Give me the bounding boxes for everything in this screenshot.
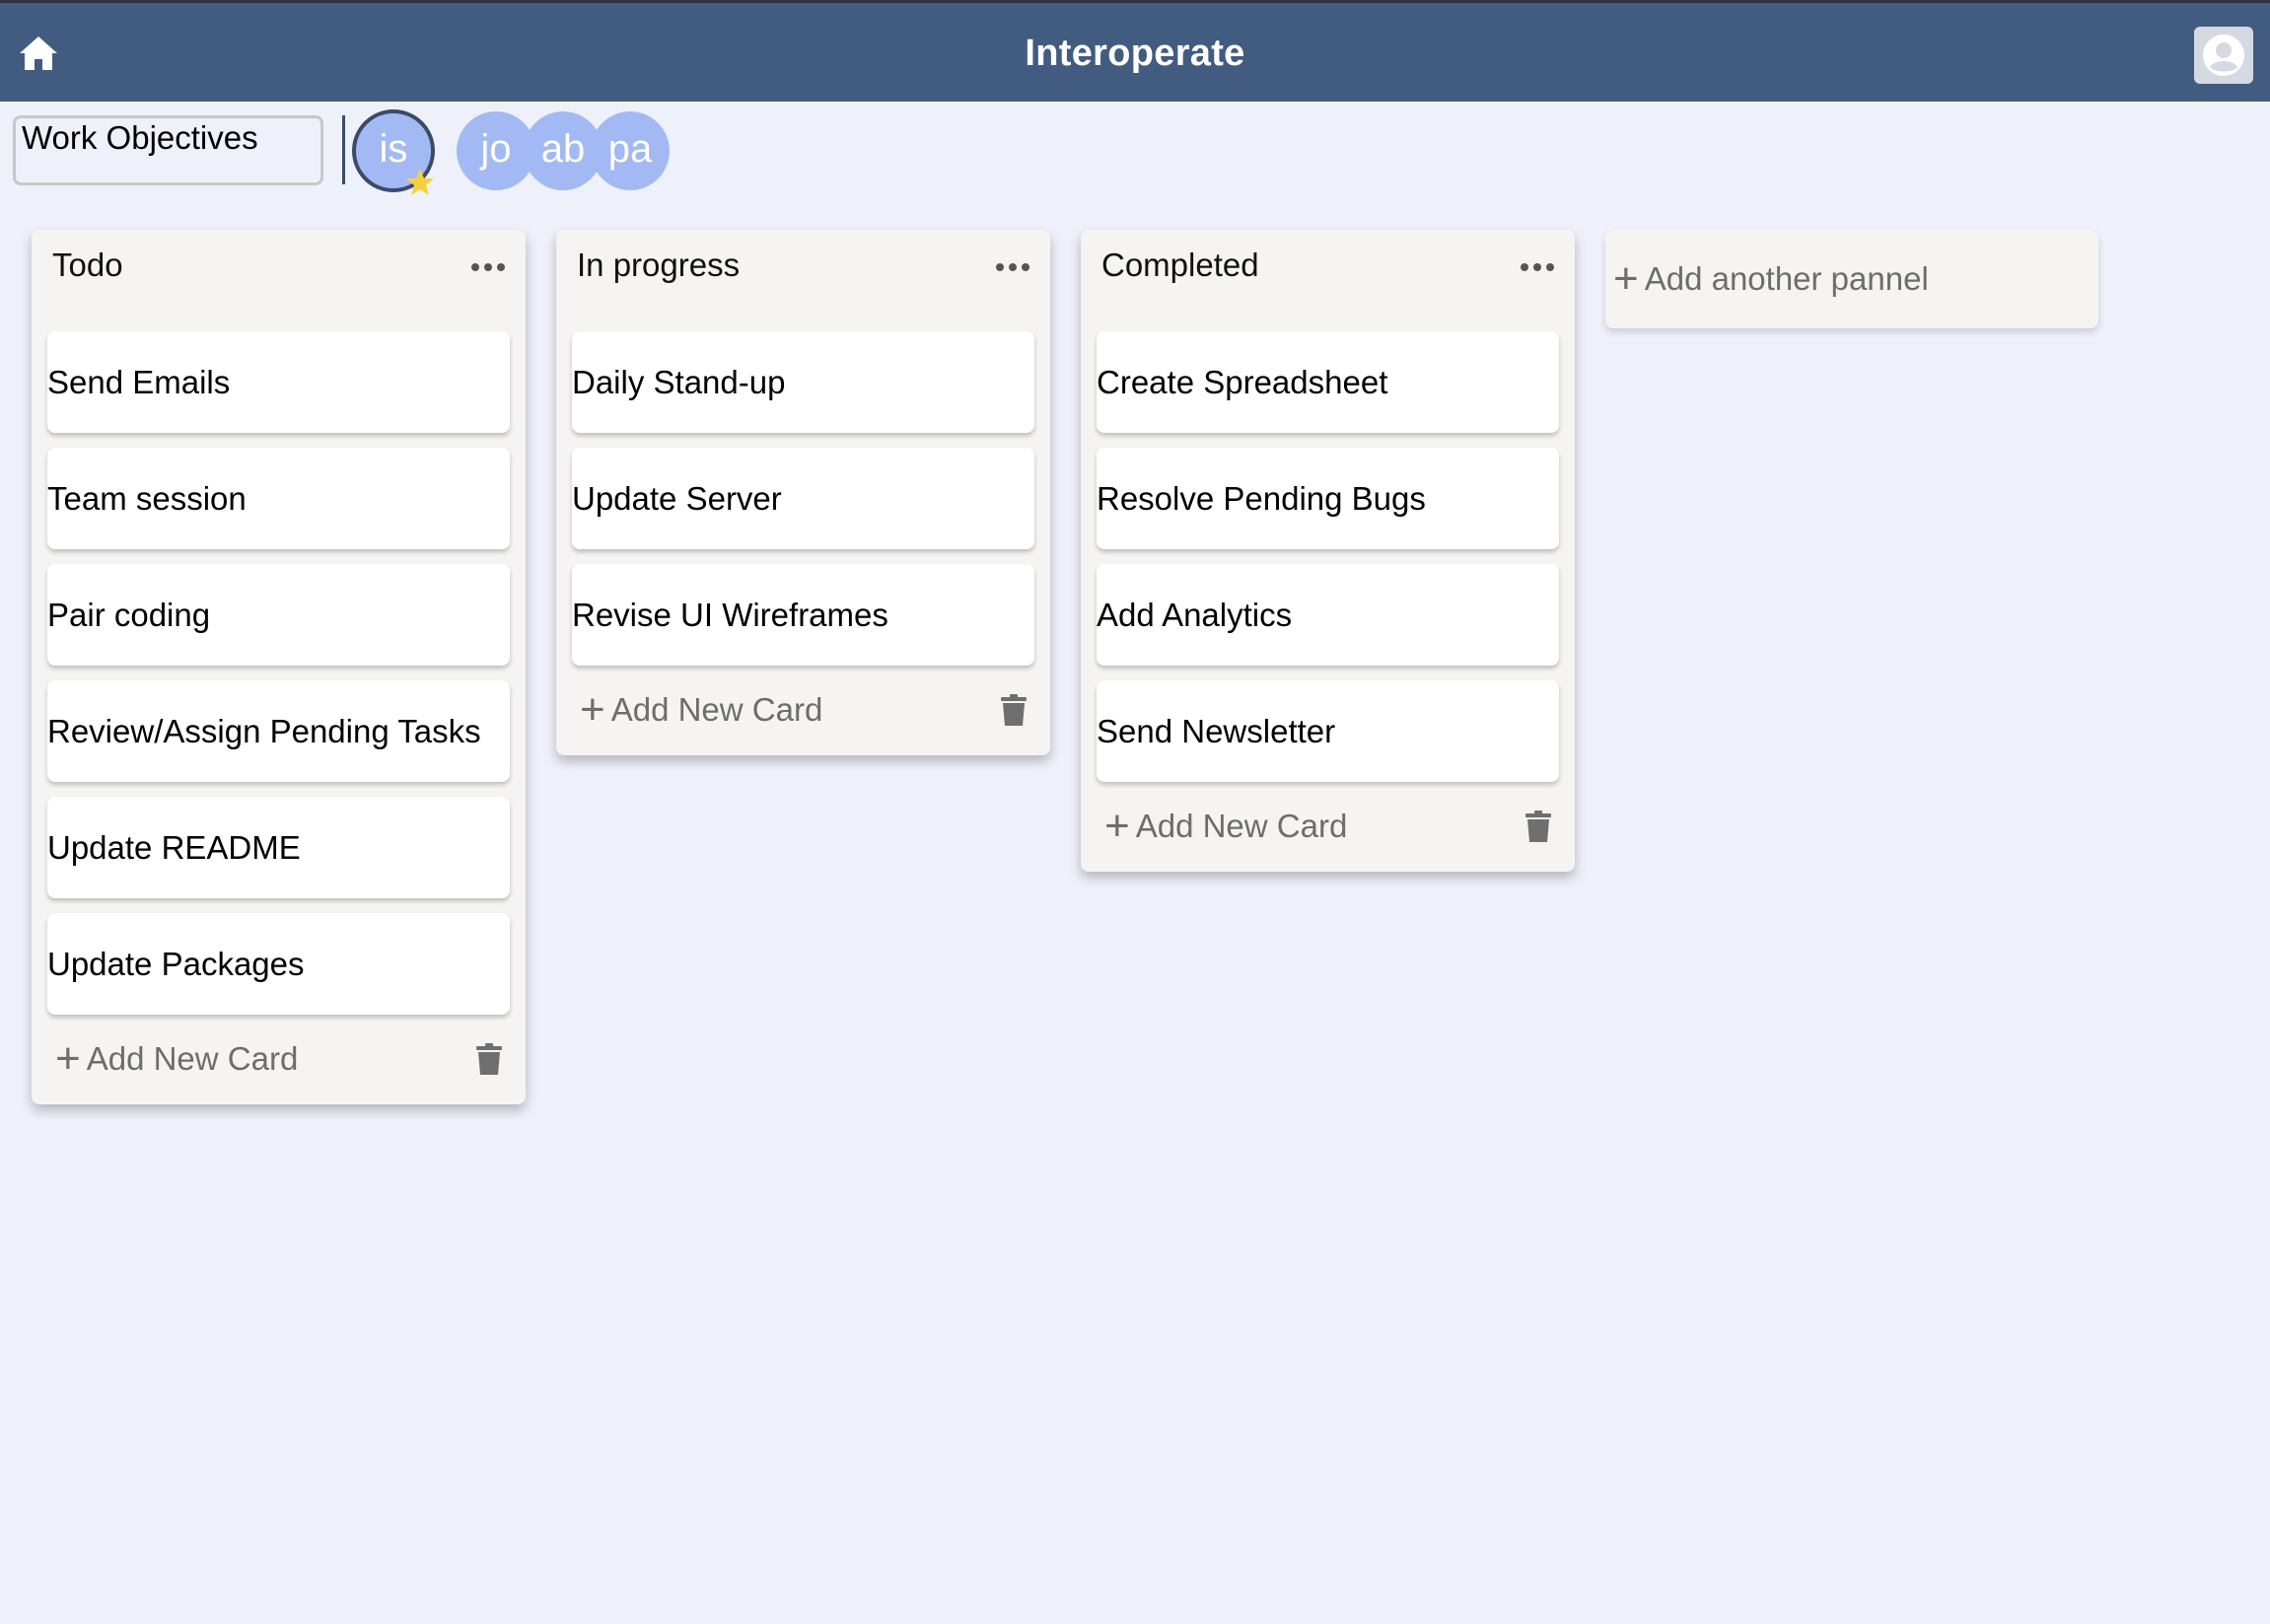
panel-header: Todo [32,230,526,331]
panel-title: Todo [52,247,123,283]
card[interactable]: Update Server [572,448,1034,549]
panel-completed: Completed Create Spreadsheet Resolve Pen… [1081,230,1575,872]
card-title: Add Analytics [1097,596,1293,633]
board-members: pa ab jo is [352,109,670,195]
user-circle-icon [2203,35,2244,76]
card[interactable]: Daily Stand-up [572,331,1034,433]
panel-in-progress: In progress Daily Stand-up Update Server… [556,230,1050,755]
card-title: Review/Assign Pending Tasks [47,712,481,749]
card[interactable]: Team session [47,448,510,549]
add-new-card-button[interactable]: + Add New Card [580,688,822,732]
app-title: Interoperate [1025,33,1245,74]
card-title: Send Newsletter [1097,712,1336,749]
top-navbar: Interoperate [0,0,2270,102]
add-new-card-label: Add New Card [86,1040,299,1077]
add-new-card-button[interactable]: + Add New Card [1104,805,1347,848]
card[interactable]: Update README [47,797,510,898]
card-title: Update Server [572,479,782,517]
member-avatar-pa[interactable]: pa [591,111,670,190]
card-title: Team session [47,479,247,517]
card[interactable]: Pair coding [47,564,510,666]
trash-icon[interactable] [476,1043,502,1075]
more-options-icon[interactable] [1520,259,1555,275]
add-new-card-button[interactable]: + Add New Card [55,1037,298,1081]
card[interactable]: Send Newsletter [1097,680,1559,782]
panel-footer: + Add New Card [32,1029,526,1104]
panel-footer: + Add New Card [1081,797,1575,872]
card-title: Create Spreadsheet [1097,363,1388,400]
card-title: Daily Stand-up [572,363,786,400]
panel-footer: + Add New Card [556,680,1050,755]
owner-star-icon [406,169,434,195]
member-avatar-jo[interactable]: jo [457,111,535,190]
avatar-initials: is [379,126,408,171]
member-avatar-ab[interactable]: ab [524,111,603,190]
card-title: Send Emails [47,363,231,400]
card-title: Update README [47,828,301,866]
trash-icon[interactable] [1001,694,1027,726]
card[interactable]: Update Packages [47,913,510,1015]
panel-header: Completed [1081,230,1575,331]
avatar-initials: pa [607,126,653,171]
card-title: Update Packages [47,945,305,982]
divider [342,115,345,184]
plus-icon: + [1613,254,1639,303]
board-title-input[interactable] [13,115,323,185]
card-title: Resolve Pending Bugs [1097,479,1426,517]
plus-icon: + [1104,802,1130,850]
card[interactable]: Add Analytics [1097,564,1559,666]
panel-title: In progress [577,247,741,283]
more-options-icon[interactable] [995,259,1030,275]
add-new-card-label: Add New Card [1135,808,1348,844]
plus-icon: + [580,685,605,734]
card-title: Pair coding [47,596,211,633]
panel-todo: Todo Send Emails Team session Pair codin… [32,230,526,1104]
panel-header: In progress [556,230,1050,331]
add-another-panel-label: Add another pannel [1644,260,1929,297]
panel-title: Completed [1101,247,1259,283]
add-new-card-label: Add New Card [610,691,823,728]
avatar-initials: ab [540,126,586,171]
more-options-icon[interactable] [470,259,506,275]
add-another-panel-button[interactable]: + Add another pannel [1605,230,2098,328]
avatar-initials: jo [480,126,512,171]
plus-icon: + [55,1034,81,1083]
card[interactable]: Create Spreadsheet [1097,331,1559,433]
card[interactable]: Revise UI Wireframes [572,564,1034,666]
member-avatar-is[interactable]: is [352,109,435,195]
card[interactable]: Send Emails [47,331,510,433]
card[interactable]: Resolve Pending Bugs [1097,448,1559,549]
card-title: Revise UI Wireframes [572,596,888,633]
user-account-button[interactable] [2194,27,2253,84]
card[interactable]: Review/Assign Pending Tasks [47,680,510,782]
trash-icon[interactable] [1525,811,1551,842]
